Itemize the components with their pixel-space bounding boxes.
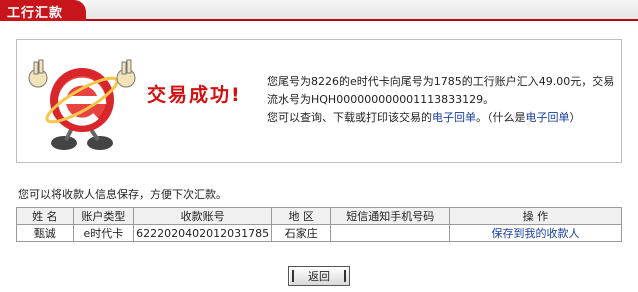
receipt-text: 您可以查询、下载或打印该交易的 [267, 111, 432, 124]
cell-region: 石家庄 [271, 224, 332, 242]
header-shade [86, 0, 638, 19]
what-is-e-receipt-link[interactable]: 电子回单 [526, 111, 570, 124]
cell-action: 保存到我的收款人 [449, 224, 622, 242]
transaction-summary: 您尾号为8226的e时代卡向尾号为1785的工行账户汇入49.00元，交易流水号… [267, 75, 615, 106]
col-header-name: 姓 名 [16, 207, 74, 225]
col-header-account-type: 账户类型 [72, 207, 135, 225]
save-to-payees-link[interactable]: 保存到我的收款人 [492, 227, 580, 240]
table-header-row: 姓 名 账户类型 收款账号 地 区 短信通知手机号码 操 作 [16, 207, 622, 225]
receipt-text-mid: 。（什么是 [476, 111, 526, 124]
col-header-phone: 短信通知手机号码 [330, 207, 451, 225]
e-receipt-link[interactable]: 电子回单 [432, 111, 476, 124]
back-button[interactable]: 返回 [288, 266, 350, 286]
payee-table: 姓 名 账户类型 收款账号 地 区 短信通知手机号码 操 作 甄诚 e时代卡 6… [16, 207, 622, 242]
result-message: 您尾号为8226的e时代卡向尾号为1785的工行账户汇入49.00元，交易流水号… [267, 73, 617, 127]
header-rule [0, 19, 638, 21]
receipt-text-end: ） [569, 111, 581, 124]
cell-account-type: e时代卡 [72, 224, 135, 242]
page-title: 工行汇款 [7, 6, 64, 21]
cell-name: 甄诚 [16, 224, 74, 242]
col-header-action: 操 作 [449, 207, 622, 225]
header-bar: 工行汇款 [0, 0, 638, 22]
success-panel: 交易成功! 您尾号为8226的e时代卡向尾号为1785的工行账户汇入49.00元… [16, 39, 622, 163]
success-title: 交易成功! [147, 84, 242, 106]
save-payee-hint: 您可以将收款人信息保存，方便下次汇款。 [18, 188, 227, 201]
e-mascot-icon [28, 59, 136, 150]
table-row: 甄诚 e时代卡 6222020402012031785 石家庄 保存到我的收款人 [16, 224, 622, 242]
cell-phone [330, 224, 451, 242]
cell-account-no: 6222020402012031785 [133, 224, 273, 242]
col-header-region: 地 区 [271, 207, 332, 225]
header-tab: 工行汇款 [0, 0, 86, 21]
col-header-account-no: 收款账号 [133, 207, 273, 225]
